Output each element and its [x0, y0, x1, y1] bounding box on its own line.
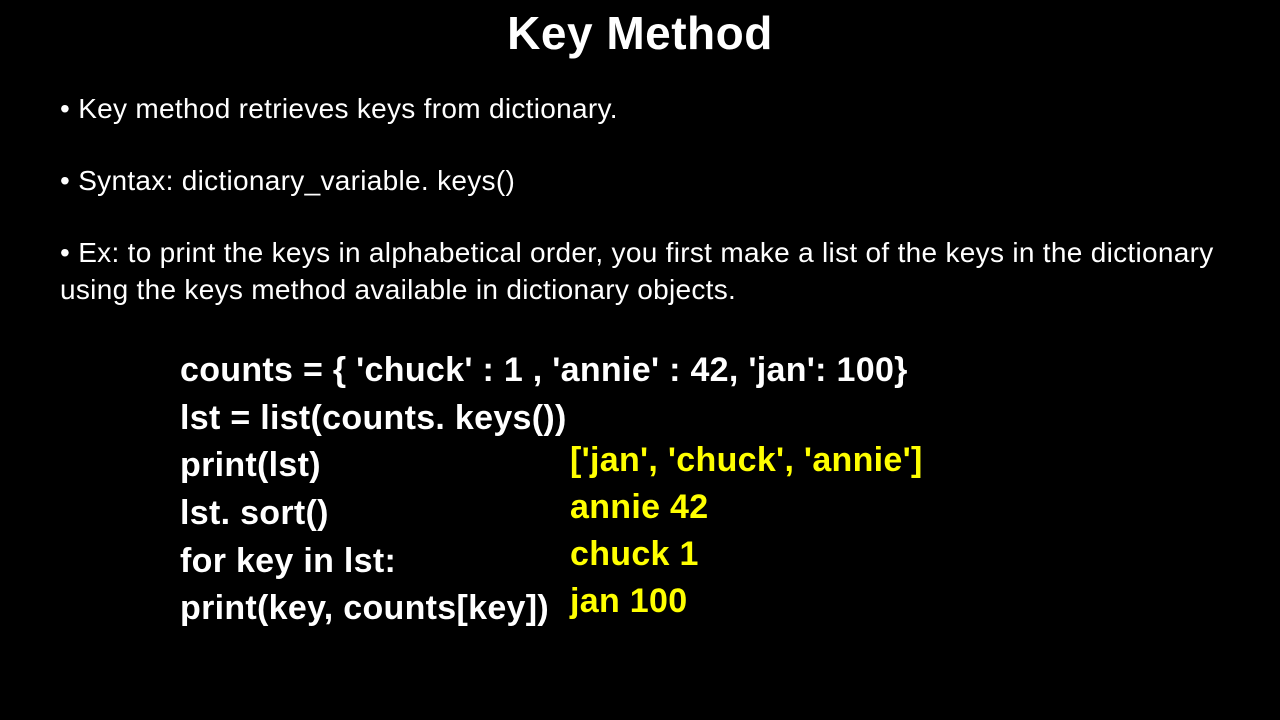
bullet-dot-icon: • [60, 237, 78, 268]
output-line: jan 100 [570, 578, 923, 625]
code-line: lst = list(counts. keys()) [180, 395, 1280, 443]
bullet-item: • Syntax: dictionary_variable. keys() [60, 162, 1220, 200]
bullet-dot-icon: • [60, 93, 78, 124]
output-line: annie 42 [570, 484, 923, 531]
code-line: counts = { 'chuck' : 1 , 'annie' : 42, '… [180, 347, 1280, 395]
bullet-text: Ex: to print the keys in alphabetical or… [60, 237, 1214, 306]
slide-title: Key Method [0, 0, 1280, 60]
bullet-item: • Ex: to print the keys in alphabetical … [60, 234, 1220, 310]
bullet-list: • Key method retrieves keys from diction… [0, 60, 1280, 309]
bullet-text: Key method retrieves keys from dictionar… [78, 93, 618, 124]
output-block: ['jan', 'chuck', 'annie'] annie 42 chuck… [570, 437, 923, 625]
output-line: ['jan', 'chuck', 'annie'] [570, 437, 923, 484]
output-line: chuck 1 [570, 531, 923, 578]
bullet-item: • Key method retrieves keys from diction… [60, 90, 1220, 128]
slide: Key Method • Key method retrieves keys f… [0, 0, 1280, 720]
bullet-dot-icon: • [60, 165, 78, 196]
bullet-text: Syntax: dictionary_variable. keys() [78, 165, 515, 196]
content-area: counts = { 'chuck' : 1 , 'annie' : 42, '… [0, 343, 1280, 633]
